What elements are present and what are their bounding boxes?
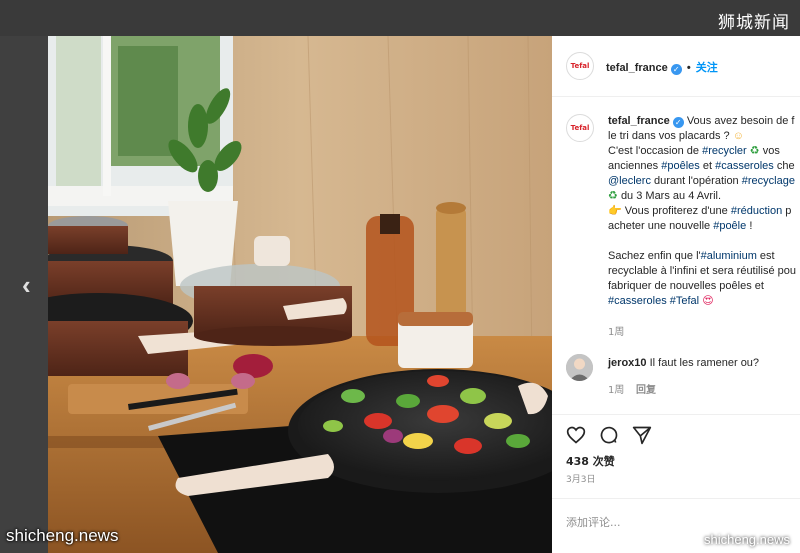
caption-line: Vous avez besoin de f <box>686 115 795 127</box>
caption-line: C'est l'occasion de <box>608 145 700 157</box>
top-bar <box>0 0 800 36</box>
like-count[interactable]: 438 次赞 <box>566 453 615 469</box>
hashtag-link[interactable]: #poêle <box>713 220 746 232</box>
person-icon <box>566 354 593 381</box>
comment: jerox10 Il faut les ramener ou? <box>608 357 759 369</box>
verified-badge-icon: ✓ <box>670 64 682 75</box>
comment-input[interactable] <box>564 510 788 534</box>
post-header: Tefal tefal_france ✓ • 关注 <box>552 36 800 97</box>
hashtag-link[interactable]: #casseroles <box>608 295 667 307</box>
username-link[interactable]: tefal_france <box>606 62 668 74</box>
comment-time[interactable]: 1周 <box>608 381 624 396</box>
post-photo <box>48 36 552 553</box>
post-date: 3月3日 <box>566 475 596 485</box>
caption-word: est <box>759 250 775 262</box>
recycle-emoji-icon: ♻ <box>749 145 760 157</box>
comment-username[interactable]: jerox10 <box>608 357 647 369</box>
hashtag-link[interactable]: #poêles <box>661 160 700 172</box>
smile-emoji-icon: ☺ <box>732 130 744 142</box>
hashtag-link[interactable]: #réduction <box>731 205 782 217</box>
hashtag-link[interactable]: #recyclage <box>742 175 795 187</box>
hashtag-link[interactable]: #Tefal <box>670 295 699 307</box>
watermark-top: 狮城新闻 <box>718 13 790 33</box>
caption-word: che <box>776 160 795 172</box>
header-user-line: tefal_france ✓ • 关注 <box>606 59 718 75</box>
caption-line: Sachez enfin que l' <box>608 250 701 262</box>
reply-button[interactable]: 回复 <box>636 381 656 396</box>
caption: tefal_france ✓ Vous avez besoin de f le t… <box>608 114 800 309</box>
post-side-panel: Tefal tefal_france ✓ • 关注 Tefal tefal_fra… <box>552 36 800 553</box>
hashtag-link[interactable]: #aluminium <box>701 250 757 262</box>
verified-badge-icon: ✓ <box>672 117 684 128</box>
caption-word: p <box>785 205 792 217</box>
caption-line: durant l'opération <box>654 175 739 187</box>
caption-line: Vous profiterez d'une <box>624 205 728 217</box>
mention-link[interactable]: @leclerc <box>608 175 651 187</box>
caption-word: et <box>702 160 713 172</box>
caption-line: du 3 Mars au 4 Avril. <box>620 190 722 202</box>
recycle-emoji-icon: ♻ <box>608 190 618 202</box>
comment-icon[interactable] <box>599 425 619 450</box>
watermark-bottom-left: shicheng.news <box>6 526 119 545</box>
caption-word: vos <box>762 145 780 157</box>
share-icon[interactable] <box>632 425 652 450</box>
post-actions: 438 次赞 3月3日 <box>552 414 800 495</box>
caption-avatar[interactable]: Tefal <box>566 114 594 142</box>
caption-line: recyclable à l'infini et sera réutilisé … <box>608 265 796 277</box>
hashtag-link[interactable]: #recycler <box>702 145 747 157</box>
heart-icon[interactable] <box>566 425 586 450</box>
caption-line: anciennes <box>608 160 659 172</box>
heart-eyes-emoji-icon: 😍 <box>702 295 714 307</box>
kitchen-photo <box>48 36 552 553</box>
avatar[interactable]: Tefal <box>566 52 594 80</box>
comment-body: Il faut les ramener ou? <box>649 357 760 369</box>
caption-line: fabriquer de nouvelles poêles et <box>608 280 764 292</box>
caption-line: le tri dans vos placards ? <box>608 130 730 142</box>
caption-username[interactable]: tefal_france <box>608 115 670 127</box>
watermark-bottom-right: shicheng.news <box>704 532 790 547</box>
caption-time[interactable]: 1周 <box>608 323 624 338</box>
separator-dot: • <box>686 62 691 74</box>
caption-line: acheter une nouvelle <box>608 220 711 232</box>
follow-button[interactable]: 关注 <box>696 61 718 74</box>
comment-avatar[interactable] <box>566 354 593 381</box>
chevron-left-icon[interactable]: ‹ <box>22 272 31 298</box>
caption-word: ! <box>749 220 753 232</box>
pointing-hand-emoji-icon: 👉 <box>608 205 622 217</box>
hashtag-link[interactable]: #casseroles <box>715 160 774 172</box>
